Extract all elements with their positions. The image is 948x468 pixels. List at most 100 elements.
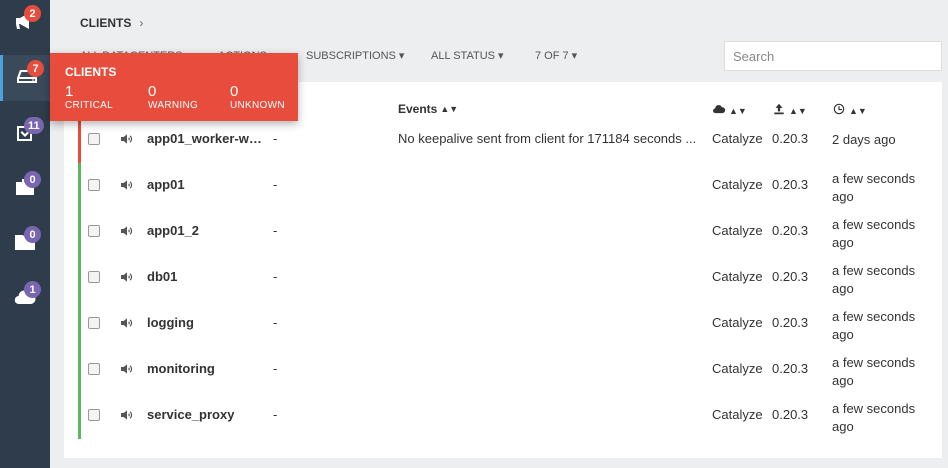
client-name[interactable]: db01	[147, 269, 177, 284]
sort-icon: ▲▼	[849, 105, 867, 116]
client-last-seen: 2 days ago	[832, 132, 896, 147]
events-header-label: Events	[398, 102, 438, 116]
sort-icon: ▲▼	[729, 105, 747, 116]
sort-icon: ▲▼	[440, 104, 459, 114]
row-checkbox[interactable]	[88, 317, 100, 329]
client-version: 0.20.3	[772, 223, 809, 238]
status-bar	[78, 117, 81, 163]
client-name[interactable]: logging	[147, 315, 194, 330]
silence-icon[interactable]	[119, 269, 135, 285]
client-datacenter: Catalyze	[712, 177, 763, 192]
unknown-label: UNKNOWN	[230, 100, 285, 111]
table-row[interactable]: db01 - Catalyze 0.20.3 a few seconds ago	[78, 255, 938, 301]
client-address: -	[273, 131, 278, 146]
column-header-events[interactable]: Events ▲▼	[398, 102, 458, 116]
client-address: -	[273, 269, 278, 284]
client-datacenter: Catalyze	[712, 361, 763, 376]
sidebar-badge-aggregates: 0	[24, 226, 41, 243]
status-bar	[78, 301, 81, 347]
table-row[interactable]: app01_2 - Catalyze 0.20.3 a few seconds ago	[78, 209, 938, 255]
search-input[interactable]	[724, 41, 942, 71]
sidebar-item-aggregates[interactable]: 0	[0, 221, 50, 267]
client-address: -	[273, 407, 278, 422]
client-last-seen: a few seconds ago	[832, 263, 916, 296]
sidebar-badge-stashes: 0	[24, 171, 41, 188]
unknown-count: 0	[230, 83, 239, 100]
client-name[interactable]: service_proxy	[147, 407, 234, 422]
sidebar: 2 7 11 0 0 1	[0, 0, 50, 468]
client-datacenter: Catalyze	[712, 407, 763, 422]
warning-count: 0	[148, 83, 157, 100]
clients-status-popup: CLIENTS 1 CRITICAL 0 WARNING 0 UNKNOWN	[50, 53, 298, 121]
sidebar-item-stashes[interactable]: 0	[0, 166, 50, 212]
client-address: -	[273, 223, 278, 238]
client-name[interactable]: app01_2	[147, 223, 199, 238]
sidebar-badge-datacenters: 1	[24, 281, 41, 298]
count-filter[interactable]: 7 OF 7 ▾	[535, 49, 577, 62]
client-datacenter: Catalyze	[712, 315, 763, 330]
client-name[interactable]: app01	[147, 177, 185, 192]
chevron-right-icon: ›	[139, 16, 144, 30]
client-version: 0.20.3	[772, 177, 809, 192]
client-last-seen: a few seconds ago	[832, 217, 916, 250]
page-title: CLIENTS	[80, 16, 132, 30]
status-bar	[78, 347, 81, 393]
client-last-seen: a few seconds ago	[832, 309, 916, 342]
client-version: 0.20.3	[772, 407, 809, 422]
row-checkbox[interactable]	[88, 271, 100, 283]
silence-icon[interactable]	[119, 131, 135, 147]
table-row[interactable]: logging - Catalyze 0.20.3 a few seconds ago	[78, 301, 938, 347]
status-bar	[78, 209, 81, 255]
sidebar-badge-clients: 7	[27, 60, 44, 77]
table-row[interactable]: app01 - Catalyze 0.20.3 a few seconds ago	[78, 163, 938, 209]
table-row[interactable]: service_proxy - Catalyze 0.20.3 a few second…	[78, 393, 938, 439]
popup-title: CLIENTS	[65, 65, 117, 79]
status-bar	[78, 393, 81, 439]
row-checkbox[interactable]	[88, 133, 100, 145]
table-row[interactable]: monitoring - Catalyze 0.20.3 a few seconds a…	[78, 347, 938, 393]
sort-icon: ▲▼	[789, 105, 807, 116]
client-address: -	[273, 361, 278, 376]
silence-icon[interactable]	[119, 407, 135, 423]
client-version: 0.20.3	[772, 361, 809, 376]
sidebar-badge-events: 2	[24, 5, 41, 22]
row-checkbox[interactable]	[88, 179, 100, 191]
unknown-stat: 0 UNKNOWN	[230, 83, 285, 111]
subscriptions-filter[interactable]: SUBSCRIPTIONS ▾	[306, 49, 404, 62]
client-version: 0.20.3	[772, 269, 809, 284]
sidebar-item-datacenters[interactable]: 1	[0, 276, 50, 322]
client-address: -	[273, 315, 278, 330]
client-event: No keepalive sent from client for 171184…	[398, 131, 697, 146]
silence-icon[interactable]	[119, 177, 135, 193]
row-checkbox[interactable]	[88, 409, 100, 421]
client-version: 0.20.3	[772, 131, 809, 146]
client-name[interactable]: monitoring	[147, 361, 215, 376]
client-address: -	[273, 177, 278, 192]
client-last-seen: a few seconds ago	[832, 171, 916, 204]
sidebar-item-checks[interactable]: 11	[0, 112, 50, 158]
critical-stat: 1 CRITICAL	[65, 83, 113, 111]
status-filter[interactable]: ALL STATUS ▾	[431, 49, 504, 62]
status-bar	[78, 163, 81, 209]
client-datacenter: Catalyze	[712, 223, 763, 238]
sidebar-item-events[interactable]: 2	[0, 0, 50, 46]
client-last-seen: a few seconds ago	[832, 355, 916, 388]
client-name[interactable]: app01_worker-wo...	[147, 131, 267, 146]
silence-icon[interactable]	[119, 315, 135, 331]
silence-icon[interactable]	[119, 361, 135, 377]
critical-label: CRITICAL	[65, 100, 113, 111]
row-checkbox[interactable]	[88, 363, 100, 375]
sidebar-item-clients[interactable]: 7	[0, 55, 50, 101]
client-version: 0.20.3	[772, 315, 809, 330]
client-last-seen: a few seconds ago	[832, 401, 916, 434]
silence-icon[interactable]	[119, 223, 135, 239]
client-datacenter: Catalyze	[712, 131, 763, 146]
status-bar	[78, 255, 81, 301]
breadcrumb: CLIENTS ›	[80, 16, 143, 30]
row-checkbox[interactable]	[88, 225, 100, 237]
sidebar-badge-checks: 11	[24, 117, 44, 134]
warning-label: WARNING	[148, 100, 199, 111]
client-datacenter: Catalyze	[712, 269, 763, 284]
warning-stat: 0 WARNING	[148, 83, 198, 111]
table-row[interactable]: app01_worker-wo... - No keepalive sent fro…	[78, 117, 938, 163]
